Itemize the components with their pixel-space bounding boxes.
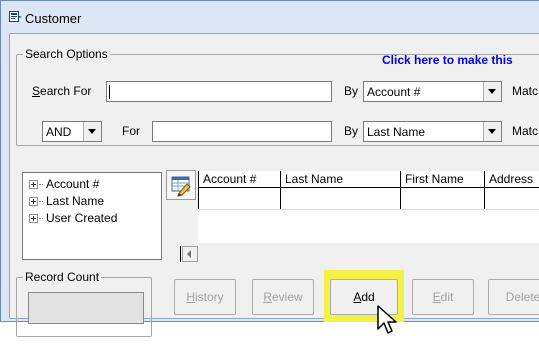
edit-button[interactable]: Edit: [412, 279, 474, 315]
column-header: Address: [489, 172, 534, 186]
search-by-value-2: Last Name: [367, 125, 426, 139]
tree-item-label: Account #: [46, 177, 100, 191]
add-label: Add: [353, 290, 375, 304]
review-button[interactable]: Review: [252, 279, 314, 315]
tree-item-label: Last Name: [46, 194, 105, 208]
results-grid[interactable]: Account # Last Name First Name Address: [198, 171, 539, 243]
scroll-divider: [180, 246, 181, 262]
match-label-1: Matc: [512, 84, 539, 98]
chevron-down-icon[interactable]: [83, 122, 101, 141]
match-label-2: Matc: [512, 124, 539, 138]
window-icon: [9, 11, 22, 22]
delete-label: Delete: [505, 290, 539, 304]
history-button[interactable]: History: [174, 279, 236, 315]
record-count-value: [28, 292, 144, 324]
history-label: History: [186, 290, 224, 304]
mouse-cursor-icon: [377, 305, 397, 334]
record-count-legend: Record Count: [23, 270, 102, 284]
grid-column-address[interactable]: Address: [484, 171, 533, 209]
column-header: Last Name: [285, 172, 344, 186]
for-label: For: [122, 124, 140, 138]
logic-operator-value: AND: [46, 125, 72, 139]
text-caret: [109, 85, 110, 99]
make-this-link[interactable]: Click here to make this: [382, 53, 513, 67]
expand-icon[interactable]: [29, 197, 38, 206]
edit-grid-button[interactable]: [166, 170, 196, 200]
search-options-legend: Search Options: [23, 47, 110, 61]
tree-item-label: User Created: [46, 211, 118, 225]
by-label-2: By: [344, 124, 359, 138]
chevron-down-icon[interactable]: [483, 82, 501, 101]
edit-label: Edit: [432, 290, 454, 304]
grid-row-separator: [198, 209, 539, 210]
search-for-input[interactable]: [106, 81, 332, 102]
logic-operator-combo[interactable]: AND: [42, 121, 102, 142]
by-label-1: By: [344, 84, 359, 98]
search-field-tree[interactable]: Account # Last Name User Created: [22, 172, 162, 260]
column-header: First Name: [405, 172, 464, 186]
expand-icon[interactable]: [29, 180, 38, 189]
title-bar: Customer: [1, 1, 539, 31]
search-by-combo-1[interactable]: Account #: [363, 81, 502, 102]
window-title: Customer: [25, 11, 82, 26]
grid-column-last-name[interactable]: Last Name: [280, 171, 343, 209]
customer-window: Customer Search Options Click here to ma…: [0, 0, 539, 337]
edit-grid-icon: [171, 176, 191, 197]
search-by-value-1: Account #: [367, 85, 421, 99]
client-area: Search Options Click here to make this S…: [9, 33, 539, 337]
expand-icon[interactable]: [29, 214, 38, 223]
search-by-combo-2[interactable]: Last Name: [363, 121, 502, 142]
search-for-label: Search For: [32, 84, 92, 98]
for-input[interactable]: [152, 121, 332, 142]
chevron-down-icon[interactable]: [483, 122, 501, 141]
grid-column-first-name[interactable]: First Name: [400, 171, 464, 209]
grid-column-account[interactable]: Account #: [198, 171, 256, 209]
scroll-left-icon[interactable]: [182, 246, 198, 262]
column-header: Account #: [203, 172, 257, 186]
delete-button[interactable]: Delete: [488, 279, 539, 315]
review-label: Review: [263, 290, 303, 304]
